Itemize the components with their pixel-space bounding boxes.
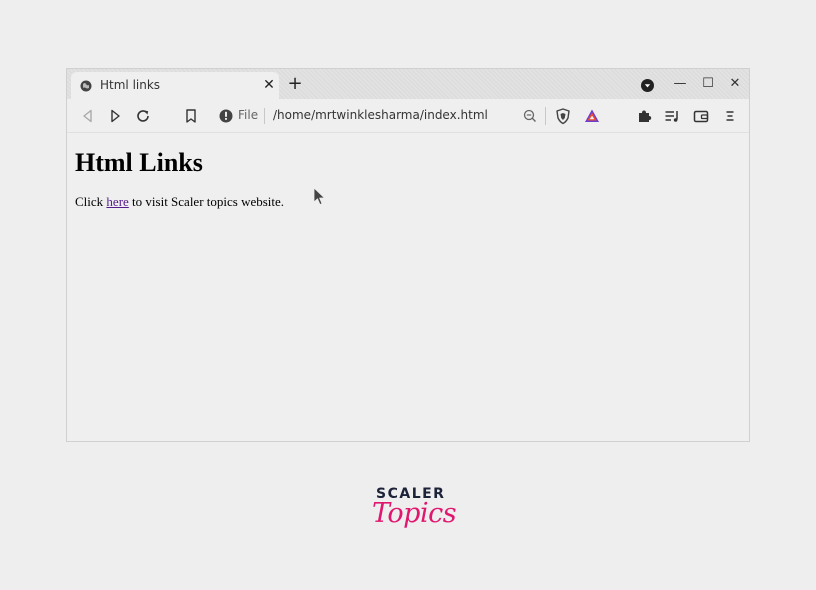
mouse-cursor-icon [313,187,325,205]
paragraph-text-after: to visit Scaler topics website. [128,194,285,209]
page-heading: Html Links [75,148,203,177]
brave-rewards-icon[interactable] [583,107,601,125]
browser-window: Html links ✕ + — ☐ ✕ File /home/mrtwinkl… [66,68,750,442]
url-separator [264,108,265,124]
toolbar-separator [545,107,546,125]
puzzle-icon[interactable] [635,107,653,125]
bookmark-icon[interactable] [182,107,200,125]
here-link[interactable]: here [106,194,128,209]
reload-icon[interactable] [134,107,152,125]
page-paragraph: Click here to visit Scaler topics websit… [75,194,284,210]
address-bar-url[interactable]: /home/mrtwinklesharma/index.html [273,108,488,122]
playlist-icon[interactable] [663,107,681,125]
info-icon[interactable] [217,107,235,125]
tab-html-links[interactable]: Html links ✕ [71,72,279,99]
new-tab-button[interactable]: + [286,75,304,93]
hamburger-menu-icon[interactable] [721,107,739,125]
url-scheme-label: File [238,108,259,122]
minimize-button[interactable]: — [671,75,689,93]
zoom-out-icon[interactable] [521,107,539,125]
maximize-button[interactable]: ☐ [699,75,717,93]
scaler-topics-logo: SCALER Topics [370,486,457,548]
title-bar: Html links ✕ + — ☐ ✕ [67,69,749,99]
globe-icon [80,80,92,92]
close-window-button[interactable]: ✕ [726,75,744,93]
tab-close-icon[interactable]: ✕ [261,77,277,93]
page-viewport: Html Links Click here to visit Scaler to… [67,133,749,441]
brave-shield-icon[interactable] [554,107,572,125]
wallet-icon[interactable] [692,107,710,125]
logo-line-topics: Topics [372,498,457,529]
back-arrow-icon[interactable] [79,107,97,125]
toolbar: File /home/mrtwinklesharma/index.html [67,99,749,133]
tab-title: Html links [100,78,161,92]
forward-arrow-icon[interactable] [106,107,124,125]
paragraph-text-before: Click [75,194,107,209]
dropdown-circle-icon[interactable] [641,79,654,92]
